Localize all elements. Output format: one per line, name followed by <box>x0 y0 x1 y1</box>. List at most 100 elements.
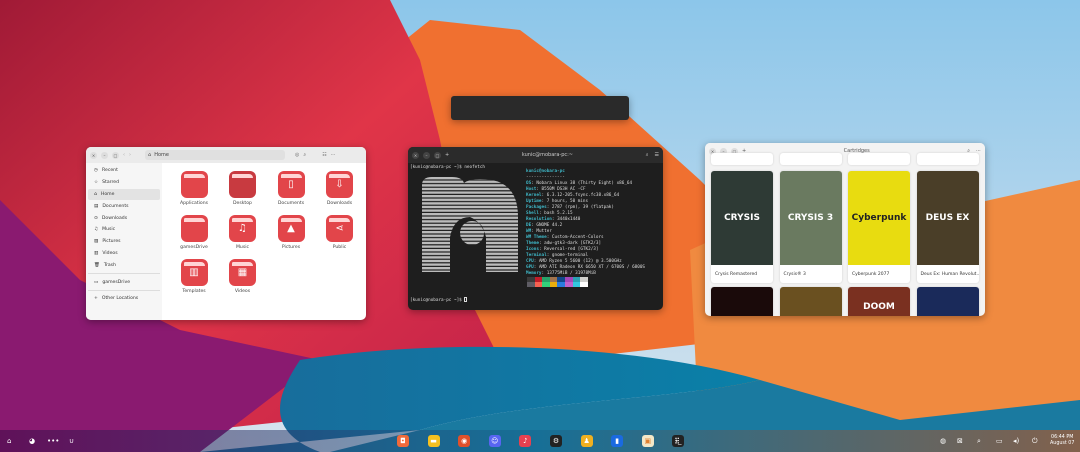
menu-icon[interactable]: ⋯ <box>331 152 336 158</box>
files-sidebar: ◷ Recent ☆ Starred ⌂ Home ▤ Documents ⊙ Downloads… <box>86 163 162 320</box>
game-card[interactable]: CRYSIS Crysis Remastered <box>711 171 773 283</box>
sidebar-item-starred[interactable]: ☆ Starred <box>88 177 160 189</box>
sidebar-item-trash[interactable]: 🗑 Trash <box>88 259 160 271</box>
sidebar-item-videos[interactable]: ▥ Videos <box>88 248 160 260</box>
game-card-partial[interactable] <box>779 153 842 165</box>
folder-templates[interactable]: ▥ Templates <box>170 259 218 294</box>
color-palette <box>527 277 588 287</box>
folder-icon: ▲ <box>277 215 305 242</box>
info-value: 2787 (rpm), 39 (flatpak) <box>551 205 614 210</box>
palette-swatch <box>542 282 550 287</box>
sidebar-item-downloads[interactable]: ⊙ Downloads <box>88 212 160 224</box>
sidebar-item-label: gamesDrive <box>102 279 131 285</box>
dock-software-icon[interactable]: ◘ <box>397 435 409 447</box>
game-card-partial[interactable] <box>848 153 910 165</box>
back-icon[interactable]: ‹ <box>123 152 125 158</box>
new-tab-icon[interactable]: + <box>445 152 449 159</box>
game-card[interactable]: DEUS EX Deus Ex: Human Revolut... <box>916 171 979 283</box>
clock[interactable]: 06:44 PM August 07 <box>1050 435 1074 447</box>
dock-lutris-icon[interactable]: ♟ <box>580 435 593 447</box>
sidebar-item-music[interactable]: ♫ Music <box>88 224 160 236</box>
maximize-icon[interactable]: □ <box>434 151 441 159</box>
folder-public[interactable]: ⋖ Public <box>316 215 364 250</box>
game-cover: DOOM <box>848 287 910 316</box>
palette-swatch <box>580 282 588 287</box>
sidebar-item-label: Documents <box>102 203 129 209</box>
game-card-partial[interactable] <box>711 153 773 165</box>
sidebar-item-label: Music <box>102 227 116 233</box>
tag-icon[interactable]: ◎ <box>295 152 299 158</box>
info-key: Shell <box>526 211 539 216</box>
forward-icon[interactable]: › <box>129 152 131 158</box>
search-icon[interactable]: ⌕ <box>303 152 306 158</box>
search-icon[interactable]: ⌕ <box>646 152 649 158</box>
dock-steam-icon[interactable]: ⚙ <box>550 435 562 447</box>
nobara-ascii-logo <box>422 177 518 272</box>
info-key: Terminal <box>526 253 547 258</box>
close-icon[interactable]: × <box>412 151 419 159</box>
dock-trello-icon[interactable]: ▮ <box>611 435 624 447</box>
folder-desktop[interactable]: Desktop <box>219 171 267 206</box>
game-card[interactable] <box>779 287 842 316</box>
dock-cartridges-icon[interactable]: ▣ <box>641 435 654 447</box>
folder-label: Templates <box>182 289 206 294</box>
sidebar-item-pictures[interactable]: ▨ Pictures <box>88 236 160 248</box>
sidebar-item-documents[interactable]: ▤ Documents <box>88 200 160 212</box>
close-icon[interactable]: × <box>90 151 97 159</box>
dock-firefox-icon[interactable]: ◉ <box>458 435 471 447</box>
menu-icon[interactable]: ☰ <box>655 152 659 158</box>
game-card[interactable] <box>711 287 773 316</box>
game-card[interactable]: CRYSIS 3 Crysis® 3 <box>779 171 842 283</box>
folder-pictures[interactable]: ▲ Pictures <box>267 215 315 250</box>
folder-label: Videos <box>234 289 251 294</box>
dock-discord-icon[interactable]: ☺ <box>488 435 501 447</box>
search-icon[interactable]: ⌕ <box>977 437 981 446</box>
game-title: Crysis Remastered <box>715 271 758 277</box>
volume-icon[interactable]: ◂) <box>1013 437 1019 445</box>
sidebar-icon: ▥ <box>94 250 99 256</box>
app-grid-icon[interactable]: ⠿ <box>671 435 683 447</box>
info-key: GPU <box>526 265 534 270</box>
power-icon[interactable]: ⏻ <box>1032 437 1038 446</box>
folder-gamesdrive[interactable]: gamesDrive <box>170 215 218 250</box>
view-toggle-icon[interactable]: ☷ <box>322 152 326 158</box>
notification-icon[interactable]: ▭ <box>996 437 1003 445</box>
mouse-icon[interactable]: ◍ <box>940 437 946 445</box>
terminal-prompt[interactable]: [kunic@nobara-pc ~]$ <box>410 297 468 304</box>
game-card[interactable]: DOOM <box>848 287 910 316</box>
dock-music-icon[interactable]: ♪ <box>519 435 532 447</box>
dock-files-icon[interactable]: ▬ <box>427 435 440 447</box>
path-bar[interactable]: ⌂ Home <box>145 150 285 160</box>
sidebar-item-gamesdrive[interactable]: ▭ gamesDrive <box>88 276 160 288</box>
folder-downloads[interactable]: ⇩ Downloads <box>316 171 364 206</box>
folder-videos[interactable]: ▦ Videos <box>219 259 267 294</box>
minimize-icon[interactable]: – <box>423 151 430 159</box>
dots-icon[interactable]: ••• <box>47 437 59 445</box>
sidebar-item-label: Trash <box>103 262 116 268</box>
magnet-icon[interactable]: ∪ <box>69 437 74 445</box>
maximize-icon[interactable]: □ <box>112 151 119 159</box>
cover-title: CRYSIS 3 <box>787 213 834 223</box>
sidebar-separator <box>88 289 160 291</box>
game-title: Deus Ex: Human Revolut... <box>920 271 979 277</box>
steam-icon[interactable]: ◕ <box>29 437 35 445</box>
sidebar-item-home[interactable]: ⌂ Home <box>88 188 160 201</box>
folder-documents[interactable]: ▯ Documents <box>267 171 315 206</box>
game-cover <box>916 287 979 316</box>
home-icon[interactable]: ⌂ <box>7 437 11 445</box>
minimize-icon[interactable]: – <box>101 151 108 159</box>
info-key: Theme <box>526 241 539 246</box>
folder-icon <box>180 215 208 242</box>
game-card[interactable] <box>916 287 979 316</box>
folder-applications[interactable]: Applications <box>170 171 218 206</box>
terminal-title: kunic@mobara-pc:~ <box>521 152 573 158</box>
sidebar-separator <box>88 273 160 275</box>
sidebar-item-other-locations[interactable]: + Other Locations <box>88 293 160 305</box>
gamepad-icon[interactable]: ⊠ <box>957 437 963 445</box>
game-card[interactable]: Cyberpunk Cyberpunk 2077 <box>848 171 910 283</box>
folder-music[interactable]: ♫ Music <box>219 215 267 250</box>
game-card-partial[interactable] <box>916 153 979 165</box>
info-key: CPU <box>526 259 534 264</box>
sidebar-item-recent[interactable]: ◷ Recent <box>88 165 160 177</box>
info-value: AMD ATI Radeon RX 6650 XT / 6700S / 6800… <box>538 265 646 270</box>
